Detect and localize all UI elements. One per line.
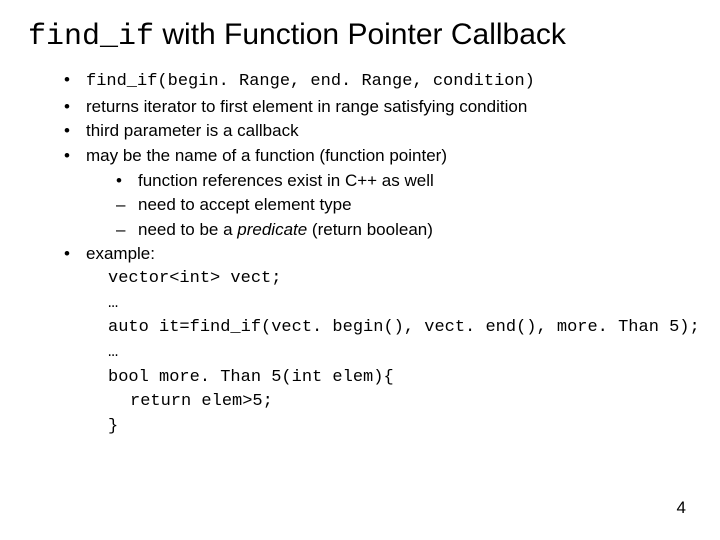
bullet-3-text: third parameter is a callback (86, 121, 299, 140)
bullet-4: may be the name of a function (function … (64, 144, 692, 243)
bullet-4-sub2: need to accept element type (116, 193, 692, 218)
bullet-2: returns iterator to first element in ran… (64, 95, 692, 120)
page-number: 4 (677, 498, 686, 518)
bullet-4-text: may be the name of a function (function … (86, 146, 447, 165)
bullet-list: find_if(begin. Range, end. Range, condit… (28, 68, 692, 440)
bullet-4-sub2-text: need to accept element type (138, 195, 352, 214)
bullet-5-label: example: (86, 244, 155, 263)
example-code: vector<int> vect; … auto it=find_if(vect… (86, 267, 692, 439)
title-rest: with Function Pointer Callback (154, 18, 566, 51)
bullet-4-sub3-em: predicate (237, 220, 307, 239)
code-line-6: return elem>5; (108, 390, 692, 415)
slide: find_if with Function Pointer Callback f… (0, 0, 720, 540)
bullet-4-sub3-post: (return boolean) (307, 220, 433, 239)
code-line-4: … (108, 341, 692, 366)
bullet-3: third parameter is a callback (64, 119, 692, 144)
bullet-1: find_if(begin. Range, end. Range, condit… (64, 68, 692, 95)
bullet-4-sublist: function references exist in C++ as well… (86, 169, 692, 243)
code-line-5: bool more. Than 5(int elem){ (108, 366, 692, 391)
bullet-4-sub3: need to be a predicate (return boolean) (116, 218, 692, 243)
code-line-1: vector<int> vect; (108, 267, 692, 292)
slide-title: find_if with Function Pointer Callback (28, 18, 692, 54)
bullet-4-sub1-text: function references exist in C++ as well (138, 171, 434, 190)
code-line-7: } (108, 415, 692, 440)
bullet-5: example: vector<int> vect; … auto it=fin… (64, 242, 692, 439)
bullet-4-sub3-pre: need to be a (138, 220, 237, 239)
bullet-2-text: returns iterator to first element in ran… (86, 97, 527, 116)
bullet-1-text: find_if(begin. Range, end. Range, condit… (86, 72, 535, 91)
bullet-4-sub1: function references exist in C++ as well (116, 169, 692, 194)
code-line-3: auto it=find_if(vect. begin(), vect. end… (108, 316, 692, 341)
code-line-2: … (108, 292, 692, 317)
title-code: find_if (28, 20, 154, 54)
